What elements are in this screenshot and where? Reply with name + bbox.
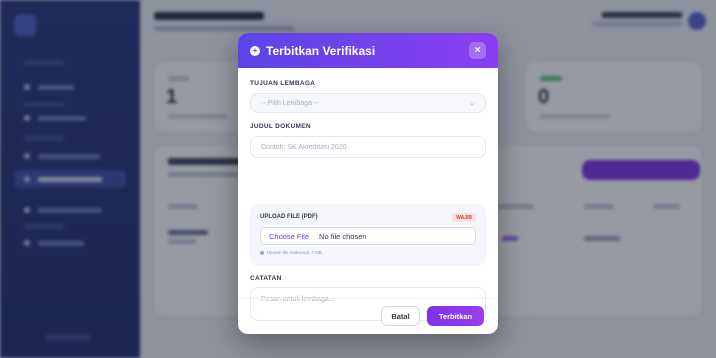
choose-file-button[interactable]: Choose File	[269, 232, 309, 241]
judul-input-placeholder: Contoh: SK Akreditasi 2026	[261, 143, 347, 151]
upload-hint-text: Ukuran file maksimal: 2 MB	[267, 250, 322, 255]
judul-label: JUDUL DOKUMEN	[250, 123, 311, 130]
info-icon	[260, 250, 264, 255]
catatan-label: CATATAN	[250, 275, 282, 282]
modal-footer: Batal Terbitkan	[238, 298, 498, 334]
lembaga-select-value: -- Pilih Lembaga --	[261, 99, 319, 107]
lembaga-label: TUJUAN LEMBAGA	[250, 80, 316, 87]
file-status: No file chosen	[319, 231, 367, 241]
publish-verification-modal: + Terbitkan Verifikasi × TUJUAN LEMBAGA …	[238, 33, 498, 334]
cancel-button[interactable]: Batal	[381, 306, 420, 326]
file-input[interactable]: Choose File No file chosen	[260, 227, 476, 245]
modal-header: + Terbitkan Verifikasi ×	[238, 33, 498, 68]
chevron-down-icon: ⌄	[469, 100, 475, 107]
upload-label: UPLOAD FILE (PDF)	[260, 214, 318, 220]
judul-input[interactable]: Contoh: SK Akreditasi 2026	[250, 136, 486, 158]
upload-section: UPLOAD FILE (PDF) WAJIB Choose File No f…	[250, 204, 486, 266]
upload-hint: Ukuran file maksimal: 2 MB	[260, 250, 322, 255]
plus-circle-icon: +	[250, 45, 260, 56]
modal-title: Terbitkan Verifikasi	[266, 43, 376, 58]
submit-button[interactable]: Terbitkan	[427, 306, 484, 326]
close-button[interactable]: ×	[469, 42, 486, 59]
required-badge: WAJIB	[452, 213, 476, 222]
lembaga-select[interactable]: -- Pilih Lembaga -- ⌄	[250, 93, 486, 113]
